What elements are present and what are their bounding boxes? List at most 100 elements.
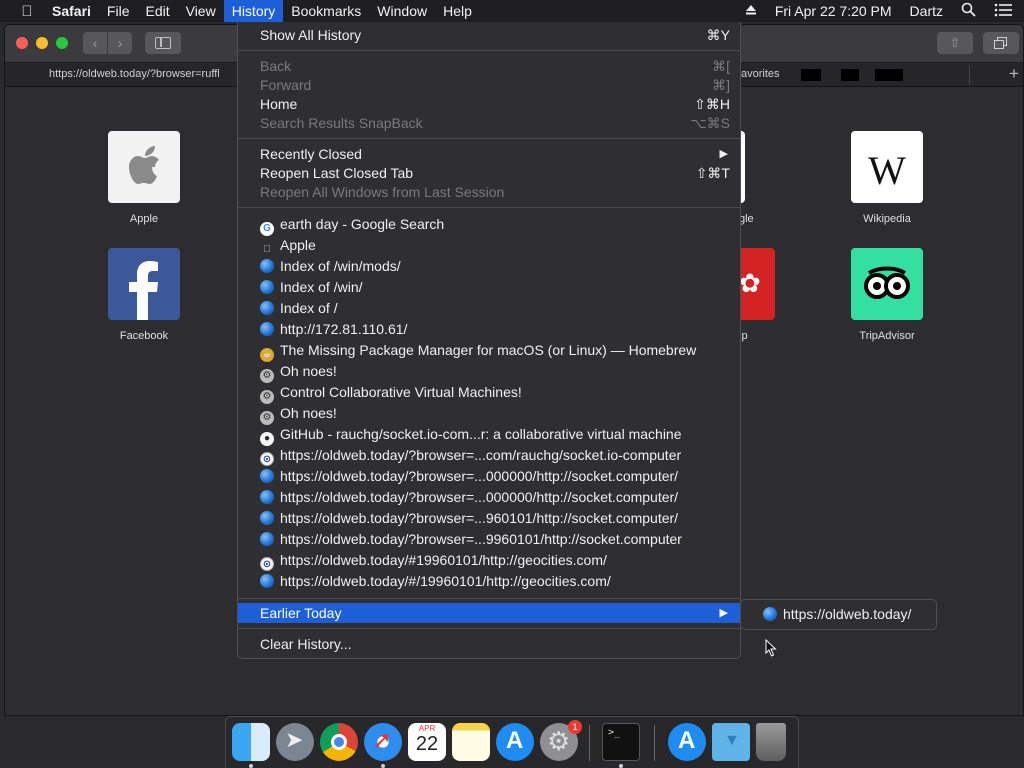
submenu-arrow-icon: ▶ <box>719 148 728 160</box>
eject-icon[interactable] <box>745 3 757 19</box>
apple-icon:  <box>260 243 274 257</box>
history-entry[interactable]: ⚙ Oh noes! <box>238 361 740 383</box>
globe-icon <box>260 322 274 336</box>
show-all-history-item[interactable]: Show All History ⌘Y <box>238 25 740 45</box>
applications-folder-icon[interactable]: A <box>668 723 706 761</box>
history-entry-label: https://oldweb.today/?browser=...000000/… <box>280 468 679 484</box>
history-entry[interactable]: http://172.81.110.61/ <box>238 319 740 339</box>
shortcut: ⌥⌘S <box>690 115 730 131</box>
downloads-folder-icon[interactable]: ▼ <box>712 723 750 761</box>
new-tab-button[interactable]: + <box>1009 64 1019 84</box>
menu-file[interactable]: File <box>99 0 138 22</box>
favorite-label: Apple <box>129 213 159 225</box>
tab-current-url[interactable]: https://oldweb.today/?browser=ruffl <box>49 68 220 80</box>
history-entry[interactable]: ● GitHub - rauchg/socket.io-com...r: a co… <box>238 424 740 446</box>
shortcut: ⇧⌘H <box>694 96 730 112</box>
app-store-icon[interactable]: A <box>496 723 534 761</box>
shortcut: ⇧⌘T <box>695 165 730 181</box>
minimize-window-button[interactable] <box>36 37 48 49</box>
favorite-label: TripAdvisor <box>859 330 915 342</box>
wikipedia-logo-icon: W <box>851 131 923 203</box>
launchpad-icon[interactable]: ➤ <box>276 723 314 761</box>
tab-favorites[interactable]: avorites <box>741 68 780 80</box>
sidebar-icon <box>155 37 171 49</box>
history-entry-label: Oh noes! <box>280 405 337 421</box>
favorite-tripadvisor[interactable]: TripAdvisor <box>837 248 937 342</box>
history-entry-label: earth day - Google Search <box>280 216 445 232</box>
history-entry[interactable]: Gearth day - Google Search <box>238 214 740 236</box>
menu-edit[interactable]: Edit <box>137 0 177 22</box>
virtual-machine-icon: ⚙ <box>260 369 274 383</box>
shortcut: ⌘Y <box>706 27 730 43</box>
home-item[interactable]: Home ⇧⌘H <box>238 94 740 114</box>
history-entry[interactable]: https://oldweb.today/#/19960101/http://g… <box>238 571 740 591</box>
history-entry[interactable]: Index of / <box>238 298 740 318</box>
clear-history-item[interactable]: Clear History... <box>238 634 740 654</box>
chrome-icon[interactable] <box>320 723 358 761</box>
favorite-wikipedia[interactable]: W Wikipedia <box>837 131 937 225</box>
forward-item: Forward ⌘] <box>260 77 730 93</box>
history-entry-label: https://oldweb.today/?browser=...9960101… <box>280 531 682 547</box>
calendar-icon[interactable]: APR 22 <box>408 723 446 761</box>
history-entry[interactable]: https://oldweb.today/?browser=...000000/… <box>238 466 740 486</box>
menu-window[interactable]: Window <box>369 0 435 22</box>
earlier-today-item[interactable]: Earlier Today ▶ <box>238 603 740 623</box>
globe-icon <box>763 607 777 621</box>
history-entry[interactable]: https://oldweb.today/?browser=...960101/… <box>238 508 740 528</box>
recently-closed-item[interactable]: Recently Closed ▶ <box>238 144 740 164</box>
notification-badge: 1 <box>568 720 582 734</box>
earlier-today-submenu[interactable]: https://oldweb.today/ <box>740 599 937 630</box>
globe-icon <box>260 574 274 588</box>
history-entry-label: Index of /win/mods/ <box>280 258 401 274</box>
globe-icon <box>260 259 274 273</box>
system-preferences-icon[interactable]: ⚙ 1 <box>540 720 582 761</box>
user-name[interactable]: Dartz <box>910 3 943 19</box>
homebrew-icon: ☕ <box>260 348 274 362</box>
dock: ➤ ➚ APR 22 A ⚙ 1 >_ A ▼ <box>225 716 799 768</box>
sidebar-toggle-button[interactable] <box>145 32 181 54</box>
favorite-label: Wikipedia <box>863 213 911 225</box>
reopen-last-closed-tab-item[interactable]: Reopen Last Closed Tab ⇧⌘T <box>238 163 740 183</box>
globe-icon <box>260 280 274 294</box>
history-entry[interactable]: Index of /win/mods/ <box>238 256 740 276</box>
history-entry-label: Index of / <box>280 300 338 316</box>
history-entry[interactable]:  Apple <box>238 235 740 255</box>
notes-icon[interactable] <box>452 723 490 761</box>
favorite-label: Facebook <box>119 330 169 342</box>
shortcut: ⌘] <box>712 77 730 93</box>
terminal-icon[interactable]: >_ <box>602 723 640 761</box>
fullscreen-window-button[interactable] <box>56 37 68 49</box>
forward-button[interactable]: › <box>108 32 132 54</box>
oldweb-icon: ⊙ <box>260 452 274 466</box>
close-window-button[interactable] <box>16 37 28 49</box>
clock[interactable]: Fri Apr 22 7:20 PM <box>775 3 892 19</box>
menu-safari[interactable]: Safari <box>44 0 99 22</box>
safari-icon[interactable]: ➚ <box>364 723 402 761</box>
virtual-machine-icon: ⚙ <box>260 411 274 425</box>
apple-menu-icon[interactable]:  <box>10 3 44 20</box>
mouse-cursor-icon <box>765 639 777 657</box>
menu-view[interactable]: View <box>178 0 224 22</box>
favorite-apple[interactable]: Apple <box>94 131 194 225</box>
history-entry-label: Apple <box>280 237 316 253</box>
history-entry[interactable]: ⚙ Control Collaborative Virtual Machines! <box>238 382 740 404</box>
finder-icon[interactable] <box>232 723 270 761</box>
menu-history[interactable]: History <box>223 0 284 22</box>
show-tabs-button[interactable] <box>983 32 1019 54</box>
back-button[interactable]: ‹ <box>83 32 107 54</box>
share-button[interactable]: ⇧ <box>937 32 973 54</box>
favorite-facebook[interactable]: Facebook <box>94 248 194 342</box>
google-icon: G <box>260 222 274 236</box>
history-entry[interactable]: Index of /win/ <box>238 277 740 297</box>
trash-icon[interactable] <box>756 723 786 761</box>
spotlight-search-icon[interactable] <box>961 2 976 20</box>
notification-list-icon[interactable] <box>994 3 1012 20</box>
history-entry[interactable]: ⊙ https://oldweb.today/#19960101/http://g… <box>238 550 740 571</box>
history-entry[interactable]: https://oldweb.today/?browser=...000000/… <box>238 487 740 507</box>
menu-bookmarks[interactable]: Bookmarks <box>283 0 369 22</box>
menu-help[interactable]: Help <box>435 0 480 22</box>
history-entry[interactable]: https://oldweb.today/?browser=...9960101… <box>238 529 740 549</box>
history-entry[interactable]: ⊙ https://oldweb.today/?browser=...com/ra… <box>238 445 740 466</box>
history-entry[interactable]: ☕ The Missing Package Manager for macOS (… <box>238 340 740 362</box>
history-entry[interactable]: ⚙ Oh noes! <box>238 403 740 425</box>
